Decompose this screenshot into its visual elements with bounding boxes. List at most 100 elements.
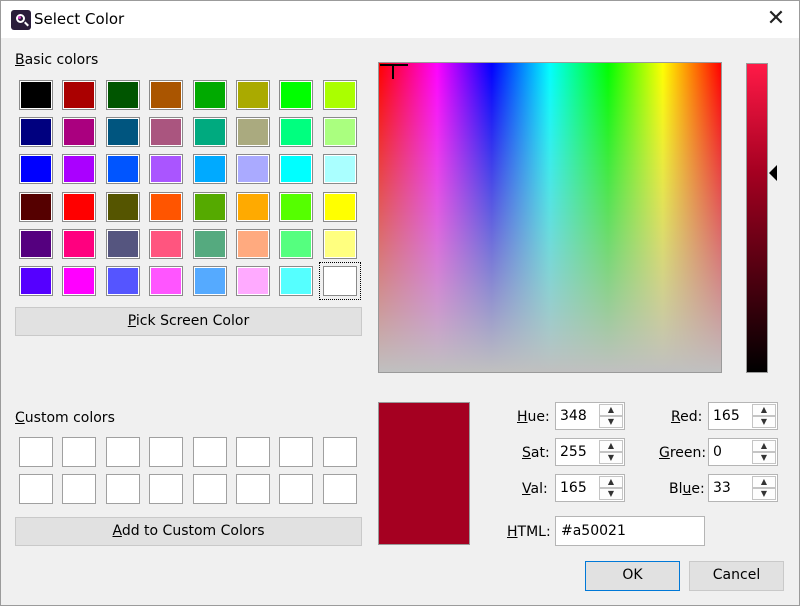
basic-color-swatch[interactable] bbox=[62, 266, 97, 296]
custom-color-swatch[interactable] bbox=[105, 437, 140, 467]
basic-color-swatch[interactable] bbox=[279, 266, 314, 296]
basic-color-swatch[interactable] bbox=[149, 228, 184, 259]
basic-color-swatch[interactable] bbox=[19, 80, 53, 110]
val-down-icon[interactable]: ▼ bbox=[599, 488, 623, 500]
basic-color-swatch[interactable] bbox=[192, 266, 227, 296]
basic-color-swatch[interactable] bbox=[279, 191, 314, 222]
custom-color-swatch[interactable] bbox=[236, 474, 270, 504]
blue-label-text: Blue: bbox=[669, 481, 705, 497]
val-label-text: Val: bbox=[522, 481, 548, 497]
basic-color-swatch[interactable] bbox=[149, 154, 184, 185]
basic-color-swatch[interactable] bbox=[322, 191, 357, 222]
basic-color-swatch[interactable] bbox=[149, 80, 184, 110]
basic-color-swatch[interactable] bbox=[192, 80, 227, 110]
custom-color-swatch[interactable] bbox=[19, 437, 53, 467]
basic-color-swatch[interactable] bbox=[105, 80, 140, 110]
basic-color-swatch[interactable] bbox=[149, 266, 184, 296]
pick-screen-color-label: Pick Screen Color bbox=[127, 313, 250, 329]
custom-color-swatch[interactable] bbox=[279, 437, 314, 467]
close-button[interactable]: ✕ bbox=[761, 5, 791, 33]
basic-color-swatch[interactable] bbox=[322, 228, 357, 259]
basic-color-swatch[interactable] bbox=[19, 154, 53, 185]
pick-screen-color-button[interactable]: Pick Screen Color bbox=[15, 307, 362, 336]
basic-color-swatch[interactable] bbox=[236, 266, 270, 296]
basic-color-swatch[interactable] bbox=[105, 117, 140, 148]
sat-down-icon[interactable]: ▼ bbox=[599, 452, 623, 464]
basic-color-swatch[interactable] bbox=[105, 266, 140, 296]
basic-color-swatch[interactable] bbox=[62, 117, 97, 148]
html-label-text: HTML: bbox=[507, 524, 551, 540]
basic-color-swatch[interactable] bbox=[192, 228, 227, 259]
basic-color-swatch[interactable] bbox=[279, 228, 314, 259]
sat-spinbox[interactable]: 255 ▲ ▼ bbox=[555, 438, 625, 466]
basic-color-swatch[interactable] bbox=[322, 117, 357, 148]
basic-color-swatch[interactable] bbox=[192, 117, 227, 148]
basic-color-swatch[interactable] bbox=[279, 80, 314, 110]
color-preview bbox=[378, 402, 470, 545]
close-icon: ✕ bbox=[766, 6, 786, 31]
custom-color-swatch[interactable] bbox=[322, 437, 357, 467]
ok-button[interactable]: OK bbox=[585, 561, 680, 591]
basic-color-swatch[interactable] bbox=[62, 191, 97, 222]
custom-color-swatch[interactable] bbox=[279, 474, 314, 504]
value-slider-arrow-icon[interactable] bbox=[769, 165, 777, 181]
basic-color-swatch[interactable] bbox=[236, 191, 270, 222]
basic-color-swatch[interactable] bbox=[105, 228, 140, 259]
blue-up-icon[interactable]: ▲ bbox=[752, 476, 776, 488]
blue-spinbox[interactable]: 33 ▲ ▼ bbox=[708, 474, 778, 502]
red-spinbox[interactable]: 165 ▲ ▼ bbox=[708, 402, 778, 430]
custom-color-swatch[interactable] bbox=[149, 437, 184, 467]
basic-color-swatch[interactable] bbox=[19, 266, 53, 296]
custom-color-swatch[interactable] bbox=[192, 474, 227, 504]
cancel-button[interactable]: Cancel bbox=[689, 561, 784, 591]
basic-color-swatch[interactable] bbox=[19, 228, 53, 259]
basic-color-swatch[interactable] bbox=[279, 154, 314, 185]
basic-color-swatch[interactable] bbox=[105, 154, 140, 185]
val-label: Val: bbox=[522, 481, 548, 497]
custom-color-swatch[interactable] bbox=[105, 474, 140, 504]
val-spinbox[interactable]: 165 ▲ ▼ bbox=[555, 474, 625, 502]
basic-color-swatch[interactable] bbox=[279, 117, 314, 148]
red-down-icon[interactable]: ▼ bbox=[752, 416, 776, 428]
add-to-custom-colors-button[interactable]: Add to Custom Colors bbox=[15, 517, 362, 546]
custom-colors-label: Custom colors bbox=[15, 410, 115, 426]
basic-color-swatch[interactable] bbox=[19, 191, 53, 222]
custom-color-swatch[interactable] bbox=[62, 437, 97, 467]
sat-up-icon[interactable]: ▲ bbox=[599, 440, 623, 452]
basic-color-swatch[interactable] bbox=[19, 117, 53, 148]
hue-spinbox[interactable]: 348 ▲ ▼ bbox=[555, 402, 625, 430]
basic-color-swatch[interactable] bbox=[149, 191, 184, 222]
basic-color-swatch[interactable] bbox=[236, 154, 270, 185]
basic-color-swatch[interactable] bbox=[236, 117, 270, 148]
custom-color-swatch[interactable] bbox=[236, 437, 270, 467]
basic-color-swatch[interactable] bbox=[236, 228, 270, 259]
custom-color-swatch[interactable] bbox=[62, 474, 97, 504]
basic-color-swatch[interactable] bbox=[105, 191, 140, 222]
hue-up-icon[interactable]: ▲ bbox=[599, 404, 623, 416]
custom-color-swatch[interactable] bbox=[19, 474, 53, 504]
basic-color-swatch[interactable] bbox=[192, 154, 227, 185]
red-up-icon[interactable]: ▲ bbox=[752, 404, 776, 416]
value-slider[interactable] bbox=[746, 63, 768, 373]
basic-color-swatch[interactable] bbox=[318, 262, 361, 300]
green-up-icon[interactable]: ▲ bbox=[752, 440, 776, 452]
basic-color-swatch[interactable] bbox=[322, 80, 357, 110]
basic-color-swatch[interactable] bbox=[236, 80, 270, 110]
spectrum-crosshair-horizontal bbox=[380, 64, 408, 66]
custom-color-swatch[interactable] bbox=[322, 474, 357, 504]
basic-color-swatch[interactable] bbox=[62, 228, 97, 259]
blue-down-icon[interactable]: ▼ bbox=[752, 488, 776, 500]
custom-color-swatch[interactable] bbox=[149, 474, 184, 504]
basic-color-swatch[interactable] bbox=[192, 191, 227, 222]
green-down-icon[interactable]: ▼ bbox=[752, 452, 776, 464]
green-spinbox[interactable]: 0 ▲ ▼ bbox=[708, 438, 778, 466]
color-spectrum[interactable] bbox=[378, 62, 722, 373]
basic-color-swatch[interactable] bbox=[62, 154, 97, 185]
basic-color-swatch[interactable] bbox=[62, 80, 97, 110]
basic-color-swatch[interactable] bbox=[149, 117, 184, 148]
custom-color-swatch[interactable] bbox=[192, 437, 227, 467]
hue-down-icon[interactable]: ▼ bbox=[599, 416, 623, 428]
basic-color-swatch[interactable] bbox=[322, 154, 357, 185]
html-input[interactable]: #a50021 bbox=[555, 516, 705, 546]
val-up-icon[interactable]: ▲ bbox=[599, 476, 623, 488]
